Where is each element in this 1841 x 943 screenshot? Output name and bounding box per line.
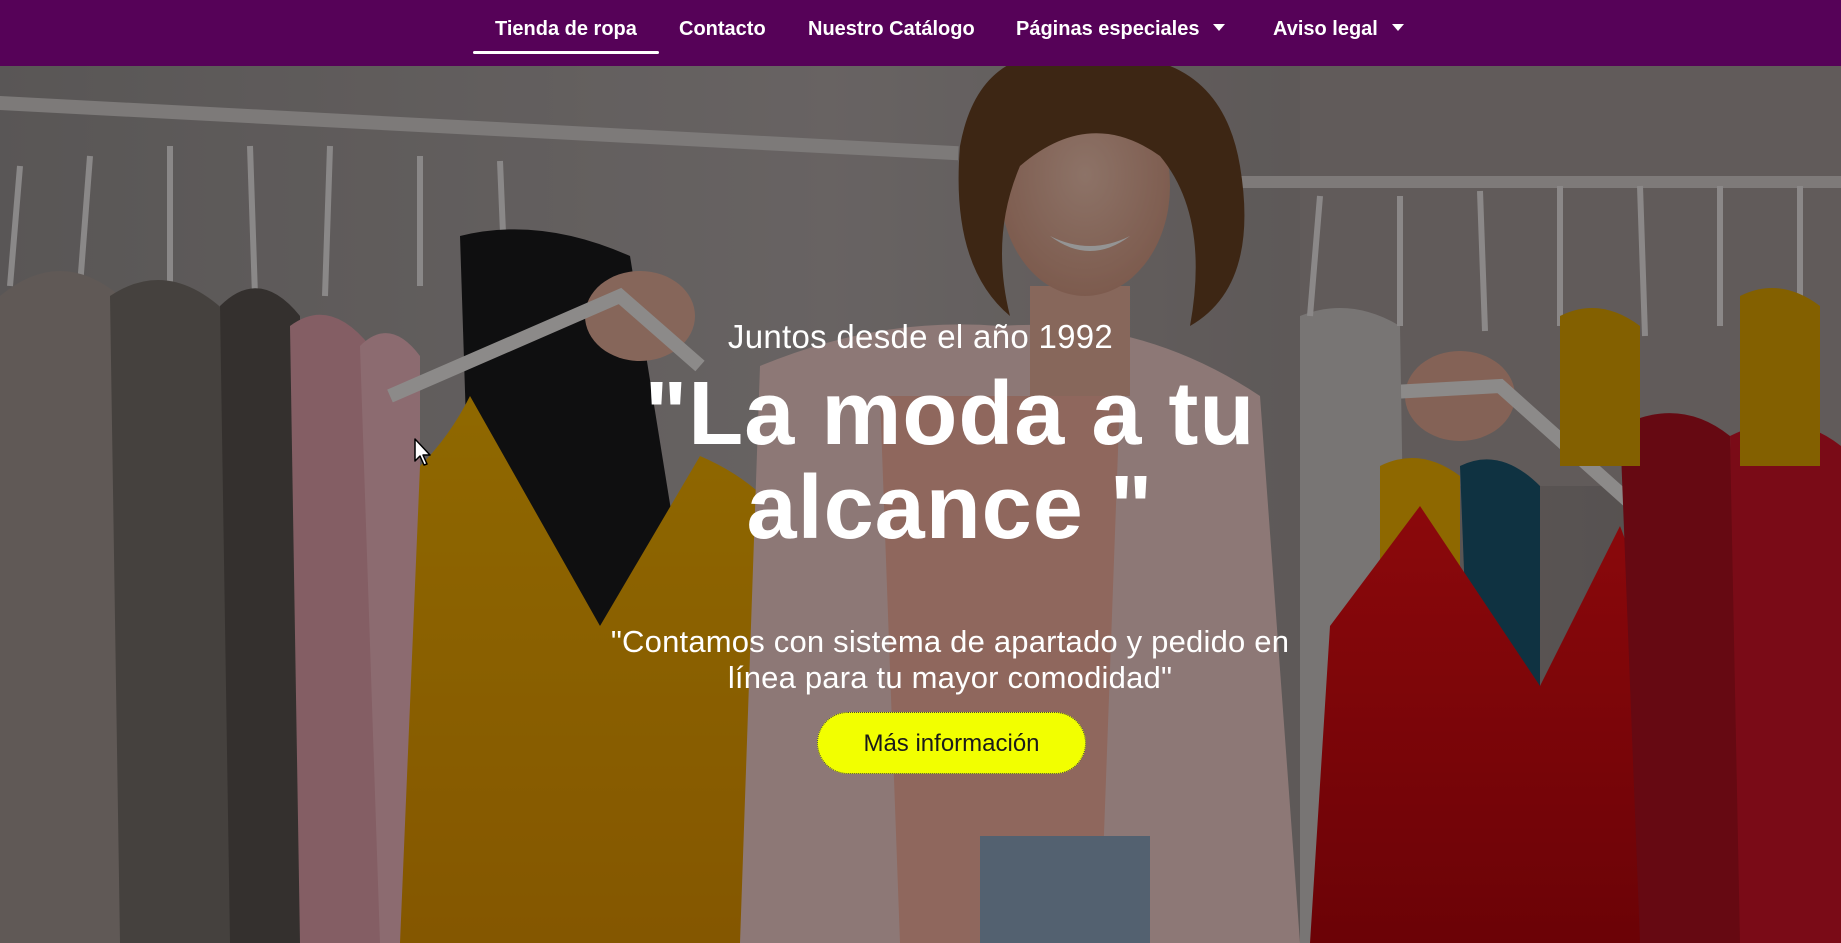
nav-item-label: Nuestro Catálogo: [808, 18, 975, 40]
hero-subtitle-line-2: línea para tu mayor comodidad": [727, 660, 1173, 695]
nav-item-nuestro-catalogo[interactable]: Nuestro Catálogo: [808, 0, 975, 58]
nav-item-label: Aviso legal: [1273, 18, 1378, 40]
nav-item-paginas-especiales[interactable]: Páginas especiales: [1016, 0, 1226, 58]
nav-item-aviso-legal[interactable]: Aviso legal: [1273, 0, 1404, 58]
nav-item-contacto[interactable]: Contacto: [679, 0, 766, 58]
hero-eyebrow: Juntos desde el año 1992: [727, 318, 1114, 355]
chevron-down-icon: [1391, 24, 1404, 32]
hero-headline: "La moda a tu alcance ": [520, 367, 1380, 555]
hero-subtitle-line-1: "Contamos con sistema de apartado y pedi…: [610, 624, 1290, 659]
chevron-down-icon: [1213, 24, 1226, 32]
hero-content: Juntos desde el año 1992 "La moda a tu a…: [0, 0, 1841, 943]
hero-headline-line-2: alcance ": [746, 458, 1154, 558]
mas-informacion-button[interactable]: Más información: [817, 712, 1086, 774]
nav-item-label: Páginas especiales: [1016, 18, 1200, 40]
nav-item-tienda-de-ropa[interactable]: Tienda de ropa: [473, 0, 659, 58]
top-navigation: Tienda de ropa Contacto Nuestro Catálogo…: [0, 0, 1841, 66]
nav-item-label: Tienda de ropa: [495, 18, 637, 40]
nav-item-label: Contacto: [679, 18, 766, 40]
hero-subtitle: "Contamos con sistema de apartado y pedi…: [540, 624, 1360, 696]
hero-headline-line-1: "La moda a tu: [644, 364, 1256, 464]
mouse-pointer-icon: [414, 438, 431, 466]
